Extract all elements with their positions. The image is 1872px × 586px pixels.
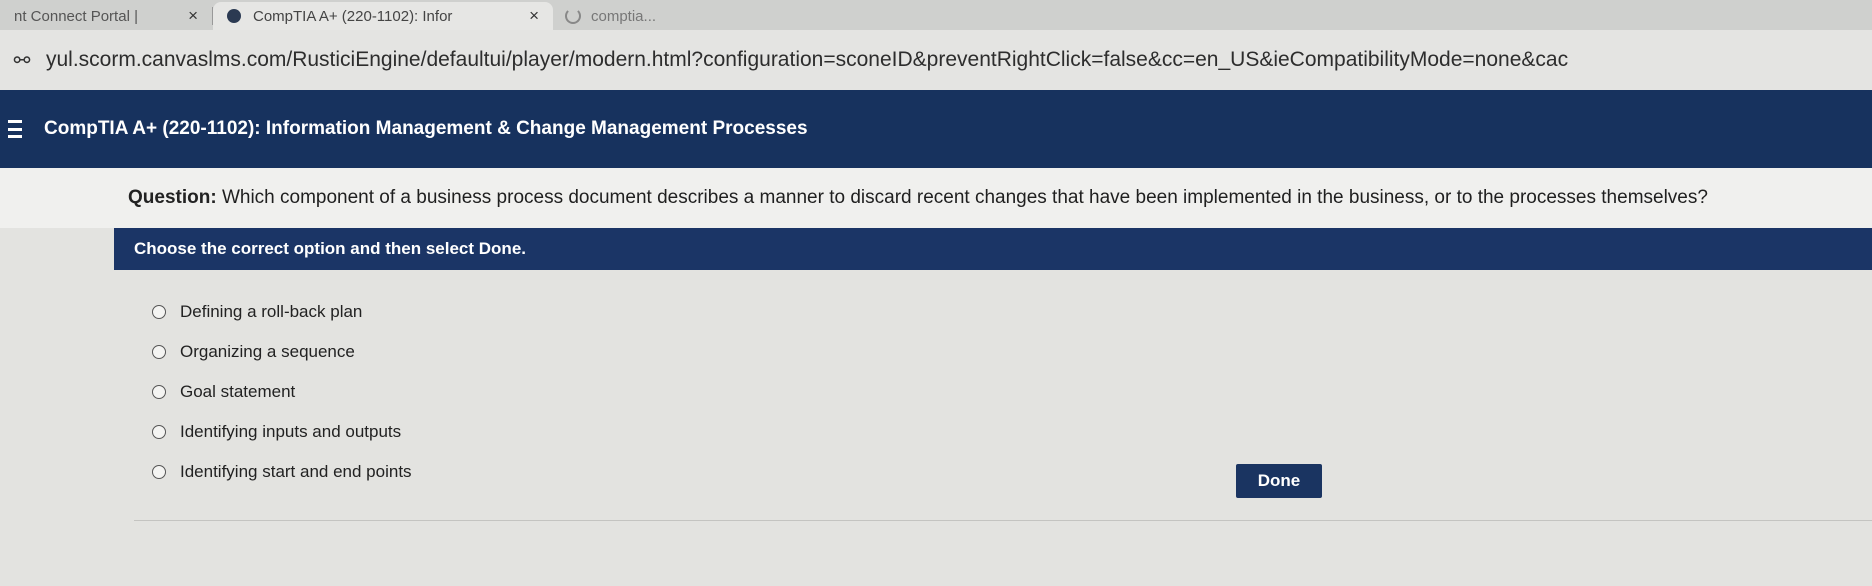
question-content: Choose the correct option and then selec… bbox=[0, 228, 1872, 586]
divider bbox=[134, 520, 1872, 521]
instruction-text: Choose the correct option and then selec… bbox=[134, 239, 526, 258]
option-label: Goal statement bbox=[180, 382, 296, 401]
favicon-icon bbox=[227, 9, 241, 23]
url-text[interactable]: yul.scorm.canvaslms.com/RusticiEngine/de… bbox=[46, 48, 1568, 72]
site-info-icon[interactable]: ⚯ bbox=[4, 42, 40, 78]
option-label: Organizing a sequence bbox=[180, 342, 355, 361]
answer-option[interactable]: Goal statement bbox=[152, 372, 412, 412]
answer-option[interactable]: Identifying inputs and outputs bbox=[152, 412, 412, 452]
loading-icon bbox=[565, 8, 581, 24]
radio-icon[interactable] bbox=[152, 305, 166, 319]
radio-icon[interactable] bbox=[152, 465, 166, 479]
tab-title: comptia... bbox=[591, 7, 657, 25]
option-label: Identifying inputs and outputs bbox=[180, 422, 402, 441]
done-button[interactable]: Done bbox=[1236, 464, 1322, 498]
question-prefix: Question: bbox=[128, 187, 217, 208]
radio-icon[interactable] bbox=[152, 345, 166, 359]
tab-connect-portal[interactable]: nt Connect Portal | × bbox=[0, 2, 212, 30]
course-header: CompTIA A+ (220-1102): Information Manag… bbox=[0, 90, 1872, 168]
tab-title: nt Connect Portal | bbox=[14, 7, 138, 25]
answer-options: Defining a roll-back plan Organizing a s… bbox=[152, 292, 412, 492]
question-text: Question: Which component of a business … bbox=[128, 187, 1708, 209]
course-title: CompTIA A+ (220-1102): Information Manag… bbox=[44, 118, 808, 139]
tab-comptia-course[interactable]: CompTIA A+ (220-1102): Infor × bbox=[213, 2, 553, 30]
question-body: Which component of a business process do… bbox=[221, 187, 1708, 208]
tab-title: CompTIA A+ (220-1102): Infor bbox=[253, 7, 453, 25]
close-icon[interactable]: × bbox=[529, 6, 539, 26]
question-bar: Question: Which component of a business … bbox=[0, 168, 1872, 228]
browser-tab-strip: nt Connect Portal | × CompTIA A+ (220-11… bbox=[0, 0, 1872, 30]
answer-option[interactable]: Defining a roll-back plan bbox=[152, 292, 412, 332]
instruction-banner: Choose the correct option and then selec… bbox=[114, 228, 1872, 270]
tab-loading[interactable]: comptia... bbox=[553, 2, 1872, 30]
address-bar[interactable]: ⚯ yul.scorm.canvaslms.com/RusticiEngine/… bbox=[0, 30, 1872, 90]
answer-option[interactable]: Organizing a sequence bbox=[152, 332, 412, 372]
close-icon[interactable]: × bbox=[188, 6, 198, 26]
option-label: Identifying start and end points bbox=[180, 462, 412, 481]
radio-icon[interactable] bbox=[152, 425, 166, 439]
answer-option[interactable]: Identifying start and end points bbox=[152, 452, 412, 492]
option-label: Defining a roll-back plan bbox=[180, 302, 363, 321]
hamburger-icon[interactable] bbox=[8, 120, 22, 138]
radio-icon[interactable] bbox=[152, 385, 166, 399]
